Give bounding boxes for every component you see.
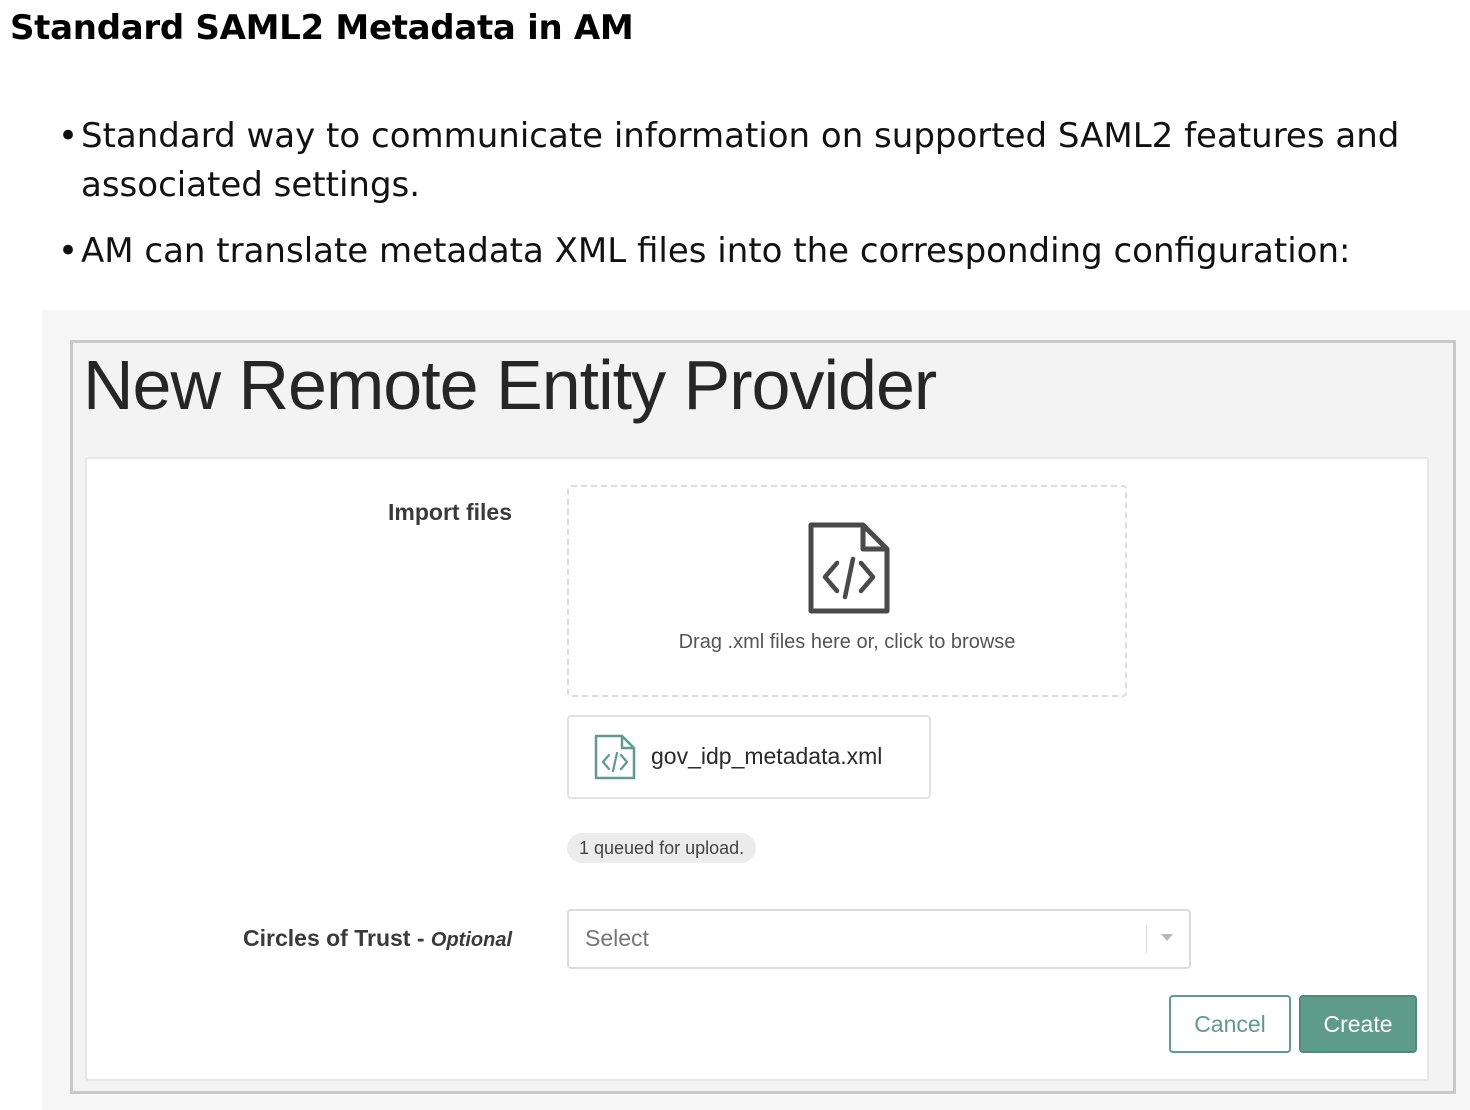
dialog-title: New Remote Entity Provider (83, 346, 937, 424)
import-files-label: Import files (388, 499, 512, 525)
cancel-button[interactable]: Cancel (1169, 995, 1291, 1053)
circles-of-trust-select[interactable]: Select (567, 909, 1191, 969)
queued-file-item[interactable]: gov_idp_metadata.xml (567, 715, 931, 799)
file-dropzone[interactable]: Drag .xml files here or, click to browse (567, 485, 1127, 697)
dialog-window: New Remote Entity Provider Import files … (70, 340, 1456, 1094)
xml-file-icon (808, 522, 890, 614)
circles-of-trust-label-text: Circles of Trust - (243, 925, 431, 951)
dropzone-instructions: Drag .xml files here or, click to browse (678, 631, 1016, 653)
bullet-text: Standard way to communicate information … (81, 116, 1400, 205)
bullet-item: • Standard way to communicate informatio… (58, 112, 1438, 210)
bullet-list: • Standard way to communicate informatio… (58, 112, 1438, 293)
select-divider (1146, 925, 1147, 953)
slide-title: Standard SAML2 Metadata in AM (10, 8, 634, 48)
xml-file-icon (594, 734, 636, 780)
upload-queue-badge: 1 queued for upload. (567, 833, 757, 863)
screenshot-panel: New Remote Entity Provider Import files … (42, 310, 1470, 1110)
form-card: Import files Drag .xml files here or, cl… (85, 457, 1429, 1081)
bullet-marker: • (58, 116, 79, 156)
optional-tag: Optional (430, 929, 512, 951)
bullet-marker: • (58, 231, 79, 271)
chevron-down-icon[interactable] (1161, 934, 1173, 941)
bullet-item: • AM can translate metadata XML files in… (58, 227, 1438, 276)
file-name: gov_idp_metadata.xml (651, 743, 883, 769)
bullet-text: AM can translate metadata XML files into… (81, 231, 1351, 271)
select-placeholder: Select (585, 925, 649, 951)
create-button[interactable]: Create (1299, 995, 1417, 1053)
circles-of-trust-label: Circles of Trust - Optional (187, 925, 512, 952)
